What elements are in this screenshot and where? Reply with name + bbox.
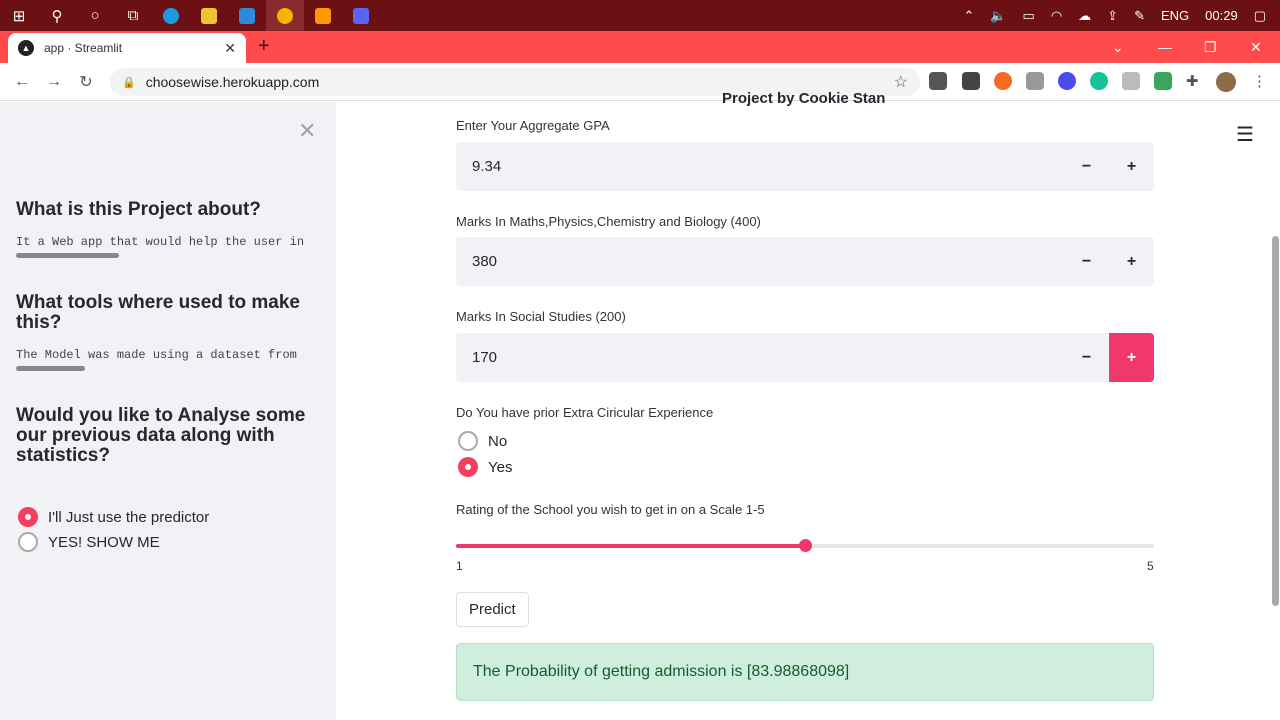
notification-icon[interactable]: ▢ [1246, 8, 1280, 24]
pen-icon[interactable]: ✎ [1126, 8, 1153, 24]
windows-start-icon[interactable]: ⊞ [0, 0, 38, 31]
close-tab-icon[interactable]: ✕ [224, 40, 236, 57]
extension-icon-2[interactable] [962, 72, 980, 90]
hamburger-menu-icon[interactable]: ☰ [1236, 122, 1254, 147]
sidebar-text-tools: The Model was made using a dataset from [16, 348, 297, 362]
radio-option-no[interactable]: No [458, 431, 507, 451]
discord-icon[interactable] [342, 0, 380, 31]
language-indicator[interactable]: ENG [1153, 8, 1197, 23]
task-view-icon[interactable]: ⧉ [114, 0, 152, 31]
slider-thumb[interactable] [799, 539, 812, 552]
radio-button[interactable] [18, 532, 38, 552]
restore-icon[interactable]: ❐ [1204, 31, 1217, 63]
cloud-icon[interactable]: ☁ [1070, 8, 1099, 24]
mpcb-label: Marks In Maths,Physics,Chemistry and Bio… [456, 214, 761, 229]
radio-label: I'll Just use the predictor [48, 508, 210, 526]
radio-label: YES! SHOW ME [48, 533, 160, 551]
radio-option-show-me[interactable]: YES! SHOW ME [18, 532, 160, 552]
gpa-increment-button[interactable]: + [1109, 142, 1154, 191]
slider-max-label: 5 [1147, 559, 1154, 573]
extra-label: Do You have prior Extra Ciricular Experi… [456, 405, 714, 420]
mpcb-increment-button[interactable]: + [1109, 237, 1154, 286]
horizontal-scrollbar[interactable] [16, 253, 119, 258]
social-decrement-button[interactable]: − [1064, 333, 1109, 382]
extension-icon-4[interactable] [1026, 72, 1044, 90]
back-icon[interactable]: ← [6, 73, 38, 91]
volume-icon[interactable]: 🔈 [982, 8, 1014, 24]
page-title: Project by Cookie Stan [722, 90, 886, 107]
new-tab-icon[interactable]: + [258, 35, 270, 58]
vscode-icon[interactable] [228, 0, 266, 31]
radio-label: Yes [488, 458, 513, 476]
bookmark-star-icon[interactable]: ☆ [894, 72, 908, 92]
gpa-label: Enter Your Aggregate GPA [456, 118, 610, 133]
extension-icon-3[interactable] [994, 72, 1012, 90]
extensions-puzzle-icon[interactable]: ✚ [1186, 72, 1204, 90]
main-content: Project by Cookie Stan ☰ Enter Your Aggr… [336, 90, 1280, 720]
radio-option-predictor[interactable]: I'll Just use the predictor [18, 507, 209, 527]
url-text: choosewise.herokuapp.com [145, 74, 320, 90]
extension-icon-1[interactable] [929, 72, 947, 90]
radio-option-yes[interactable]: Yes [458, 457, 512, 477]
more-menu-icon[interactable]: ⋮ [1252, 72, 1270, 90]
gpa-input[interactable]: 9.34 − + [456, 142, 1154, 191]
sidebar-heading-about: What is this Project about? [16, 199, 261, 220]
file-explorer-icon[interactable] [190, 0, 228, 31]
chevron-up-icon[interactable]: ⌃ [955, 8, 982, 24]
result-alert: The Probability of getting admission is … [456, 643, 1154, 701]
slider-min-label: 1 [456, 559, 463, 573]
extension-icon-5[interactable] [1058, 72, 1076, 90]
mpcb-value[interactable]: 380 [456, 253, 1064, 270]
social-label: Marks In Social Studies (200) [456, 309, 626, 324]
extension-icon-7[interactable] [1122, 72, 1140, 90]
social-increment-button[interactable]: + [1109, 333, 1154, 382]
chrome-icon[interactable] [266, 0, 304, 31]
streamlit-favicon-icon: ▲ [18, 40, 34, 56]
upload-icon[interactable]: ⇪ [1099, 8, 1126, 24]
slider-fill [456, 544, 805, 548]
rating-label: Rating of the School you wish to get in … [456, 502, 765, 517]
vertical-scrollbar[interactable] [1272, 236, 1279, 606]
tab-search-icon[interactable]: ⌄ [1112, 31, 1124, 63]
browser-tab[interactable]: ▲ app · Streamlit ✕ [8, 33, 246, 63]
windows-taskbar: ⊞ ⚲ ○ ⧉ ⌃ 🔈 ▭ ◠ ☁ ⇪ ✎ ENG 00:29 ▢ [0, 0, 1280, 31]
battery-icon[interactable]: ▭ [1015, 8, 1043, 24]
close-sidebar-icon[interactable]: ✕ [298, 118, 316, 144]
clock[interactable]: 00:29 [1197, 8, 1246, 23]
tab-title: app · Streamlit [44, 41, 123, 55]
avatar[interactable] [1216, 72, 1236, 92]
minimize-icon[interactable]: — [1158, 31, 1172, 63]
wifi-icon[interactable]: ◠ [1043, 8, 1070, 24]
sidebar-heading-tools: What tools where used to make this? [16, 292, 300, 333]
radio-button[interactable] [458, 431, 478, 451]
system-tray: ⌃ 🔈 ▭ ◠ ☁ ⇪ ✎ ENG 00:29 ▢ [955, 0, 1280, 31]
gpa-value[interactable]: 9.34 [456, 158, 1064, 175]
mpcb-decrement-button[interactable]: − [1064, 237, 1109, 286]
radio-button[interactable] [458, 457, 478, 477]
edge-icon[interactable] [152, 0, 190, 31]
sidebar-text-about: It a Web app that would help the user in [16, 235, 305, 249]
sidebar: ✕ What is this Project about? It a Web a… [0, 102, 336, 720]
lock-icon[interactable]: 🔒 [122, 76, 136, 89]
rating-slider[interactable] [456, 539, 1154, 552]
gpa-decrement-button[interactable]: − [1064, 142, 1109, 191]
social-value[interactable]: 170 [456, 349, 1064, 366]
radio-button[interactable] [18, 507, 38, 527]
cortana-icon[interactable]: ○ [76, 0, 114, 31]
close-window-icon[interactable]: ✕ [1250, 31, 1262, 63]
mpcb-input[interactable]: 380 − + [456, 237, 1154, 286]
search-icon[interactable]: ⚲ [38, 0, 76, 31]
forward-icon[interactable]: → [38, 73, 70, 91]
social-input[interactable]: 170 − + [456, 333, 1154, 382]
sidebar-heading-analyse: Would you like to Analyse some our previ… [16, 405, 306, 466]
sublime-icon[interactable] [304, 0, 342, 31]
radio-label: No [488, 432, 508, 450]
reload-icon[interactable]: ↻ [70, 72, 102, 92]
predict-button[interactable]: Predict [456, 592, 529, 627]
extension-icon-8[interactable] [1154, 72, 1172, 90]
address-bar: ← → ↻ 🔒 choosewise.herokuapp.com ☆ ✚ ⋮ [0, 63, 1280, 101]
horizontal-scrollbar[interactable] [16, 366, 85, 371]
browser-tabstrip: ▲ app · Streamlit ✕ + ⌄ — ❐ ✕ [0, 31, 1280, 63]
grammarly-icon[interactable] [1090, 72, 1108, 90]
